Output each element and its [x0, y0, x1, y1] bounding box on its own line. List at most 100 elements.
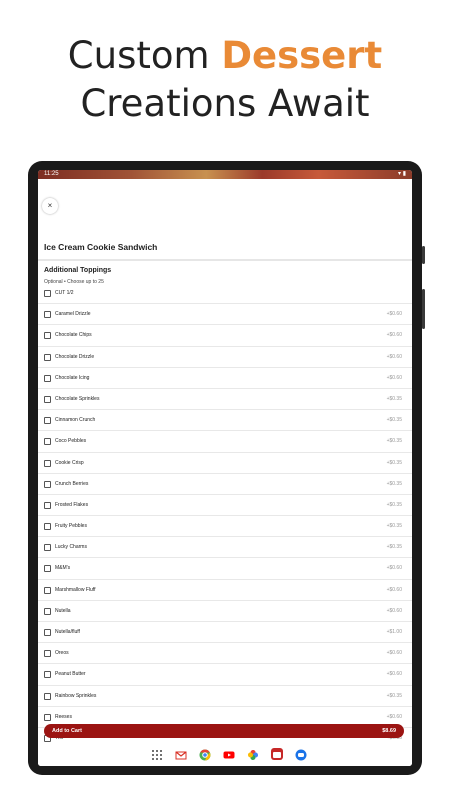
topping-price: +$0.60 — [386, 713, 402, 720]
topping-price: +$0.60 — [386, 671, 402, 678]
topping-price: +$1.00 — [386, 629, 402, 635]
tablet-screen: 11:25 ▾ ▮ × Ice Cream Cookie Sandwich Ad… — [38, 170, 412, 766]
topping-price: +$0.35 — [386, 480, 402, 487]
topping-option[interactable]: M&M's +$0.60 — [38, 558, 412, 580]
taskbar-dock — [38, 743, 412, 766]
topping-option[interactable]: Chocolate Chips +$0.60 — [38, 325, 412, 347]
topping-label: Nutella — [55, 607, 71, 614]
topping-option[interactable]: Fruity Pebbles +$0.35 — [38, 516, 412, 538]
gmail-icon[interactable] — [175, 748, 187, 760]
promo-headline: Custom Dessert Creations Await — [0, 32, 450, 128]
app-icon[interactable] — [271, 748, 283, 760]
topping-label: Lucky Charms — [55, 544, 87, 551]
topping-option[interactable]: Caramel Drizzle +$0.60 — [38, 304, 412, 326]
topping-price: +$0.60 — [386, 353, 402, 360]
messages-icon[interactable] — [295, 748, 307, 761]
topping-option[interactable]: Peanut Butter +$0.60 — [38, 664, 412, 686]
volume-button — [422, 246, 425, 264]
checkbox[interactable] — [44, 332, 51, 340]
topping-label: Fruity Pebbles — [55, 523, 87, 530]
topping-option[interactable]: Chocolate Drizzle +$0.60 — [38, 347, 412, 368]
item-sheet: × Ice Cream Cookie Sandwich Additional T… — [38, 179, 412, 766]
topping-price: +$0.60 — [386, 311, 402, 318]
checkbox[interactable] — [44, 417, 51, 425]
status-icons: ▾ ▮ — [398, 171, 406, 177]
topping-option[interactable]: Lucky Charms +$0.35 — [38, 537, 412, 559]
item-title: Ice Cream Cookie Sandwich — [44, 242, 158, 252]
add-to-cart-button[interactable]: Add to Cart $8.69 — [44, 724, 404, 738]
topping-label: Marshmallow Fluff — [55, 586, 96, 593]
topping-price: +$0.35 — [386, 438, 402, 445]
topping-label: Chocolate Chips — [55, 332, 92, 339]
topping-price: +$0.60 — [386, 586, 402, 593]
topping-price: +$0.35 — [386, 501, 402, 508]
topping-label: Peanut Butter — [55, 671, 86, 678]
checkbox[interactable] — [44, 501, 51, 509]
topping-label: Caramel Drizzle — [55, 311, 91, 318]
topping-price: +$0.60 — [386, 374, 402, 381]
topping-option[interactable]: Chocolate Sprinkles +$0.35 — [38, 389, 412, 411]
checkbox[interactable] — [44, 480, 51, 488]
checkbox[interactable] — [44, 565, 51, 573]
checkbox[interactable] — [44, 353, 51, 361]
checkbox[interactable] — [44, 607, 51, 615]
topping-label: Chocolate Icing — [55, 374, 90, 381]
checkbox[interactable] — [44, 671, 51, 679]
section-title: Additional Toppings — [44, 267, 112, 274]
checkbox[interactable] — [44, 650, 51, 658]
checkbox[interactable] — [44, 586, 51, 594]
topping-price: +$0.60 — [386, 565, 402, 572]
headline-line-2: Creations Await — [80, 82, 370, 125]
topping-option[interactable]: Oreos +$0.60 — [38, 643, 412, 665]
topping-option[interactable]: Frosted Flakes +$0.35 — [38, 495, 412, 517]
apps-grid-icon[interactable] — [151, 748, 163, 760]
topping-label: Chocolate Drizzle — [55, 353, 95, 360]
topping-option[interactable]: Crunch Berries +$0.35 — [38, 474, 412, 495]
checkbox[interactable] — [44, 290, 51, 297]
topping-option[interactable]: Chocolate Icing +$0.60 — [38, 368, 412, 389]
topping-label: Nutella/fluff — [55, 629, 80, 635]
topping-label: Coco Pebbles — [55, 438, 87, 445]
checkbox[interactable] — [44, 395, 51, 403]
topping-price: +$0.35 — [386, 395, 402, 402]
topping-label: Cinnamon Crunch — [55, 417, 96, 424]
checkbox[interactable] — [44, 459, 51, 467]
checkbox[interactable] — [44, 692, 51, 700]
status-time: 11:25 — [44, 171, 59, 177]
title-divider — [38, 259, 412, 261]
checkbox[interactable] — [44, 544, 51, 552]
checkbox[interactable] — [44, 374, 51, 382]
topping-option[interactable]: Rainbow Sprinkles +$0.35 — [38, 686, 412, 707]
topping-option[interactable]: Marshmallow Fluff +$0.60 — [38, 580, 412, 601]
topping-option[interactable]: Cinnamon Crunch +$0.35 — [38, 410, 412, 432]
topping-label: Cookie Crisp — [55, 459, 84, 466]
topping-option[interactable]: Cookie Crisp +$0.35 — [38, 453, 412, 474]
cart-price: $8.69 — [382, 728, 396, 734]
checkbox[interactable] — [44, 523, 51, 531]
checkbox[interactable] — [44, 629, 51, 636]
topping-label: Reeses — [55, 713, 72, 720]
topping-price: +$0.35 — [386, 417, 402, 424]
topping-label: Frosted Flakes — [55, 501, 89, 508]
topping-price: +$0.35 — [386, 692, 402, 699]
topping-option[interactable]: Nutella +$0.60 — [38, 601, 412, 622]
topping-option[interactable]: Nutella/fluff +$1.00 — [38, 622, 412, 644]
topping-price: +$0.60 — [386, 332, 402, 339]
checkbox[interactable] — [44, 438, 51, 446]
youtube-icon[interactable] — [223, 748, 235, 760]
chrome-icon[interactable] — [199, 748, 211, 761]
photos-icon[interactable] — [247, 748, 259, 760]
topping-label: M&M's — [55, 565, 71, 572]
checkbox[interactable] — [44, 311, 51, 319]
status-bar: 11:25 ▾ ▮ — [38, 170, 412, 179]
topping-price: +$0.35 — [386, 459, 402, 466]
topping-option[interactable]: CUT 1/2 — [38, 283, 412, 305]
topping-options-list: CUT 1/2 Caramel Drizzle +$0.60 Chocolate Ch… — [38, 283, 412, 750]
topping-price: +$0.35 — [386, 544, 402, 551]
headline-line-1: Custom Dessert — [0, 32, 450, 80]
topping-label: Crunch Berries — [55, 480, 89, 487]
topping-option[interactable]: Coco Pebbles +$0.35 — [38, 431, 412, 453]
checkbox[interactable] — [44, 713, 51, 721]
close-button[interactable]: × — [42, 198, 58, 214]
topping-label: Chocolate Sprinkles — [55, 395, 100, 402]
